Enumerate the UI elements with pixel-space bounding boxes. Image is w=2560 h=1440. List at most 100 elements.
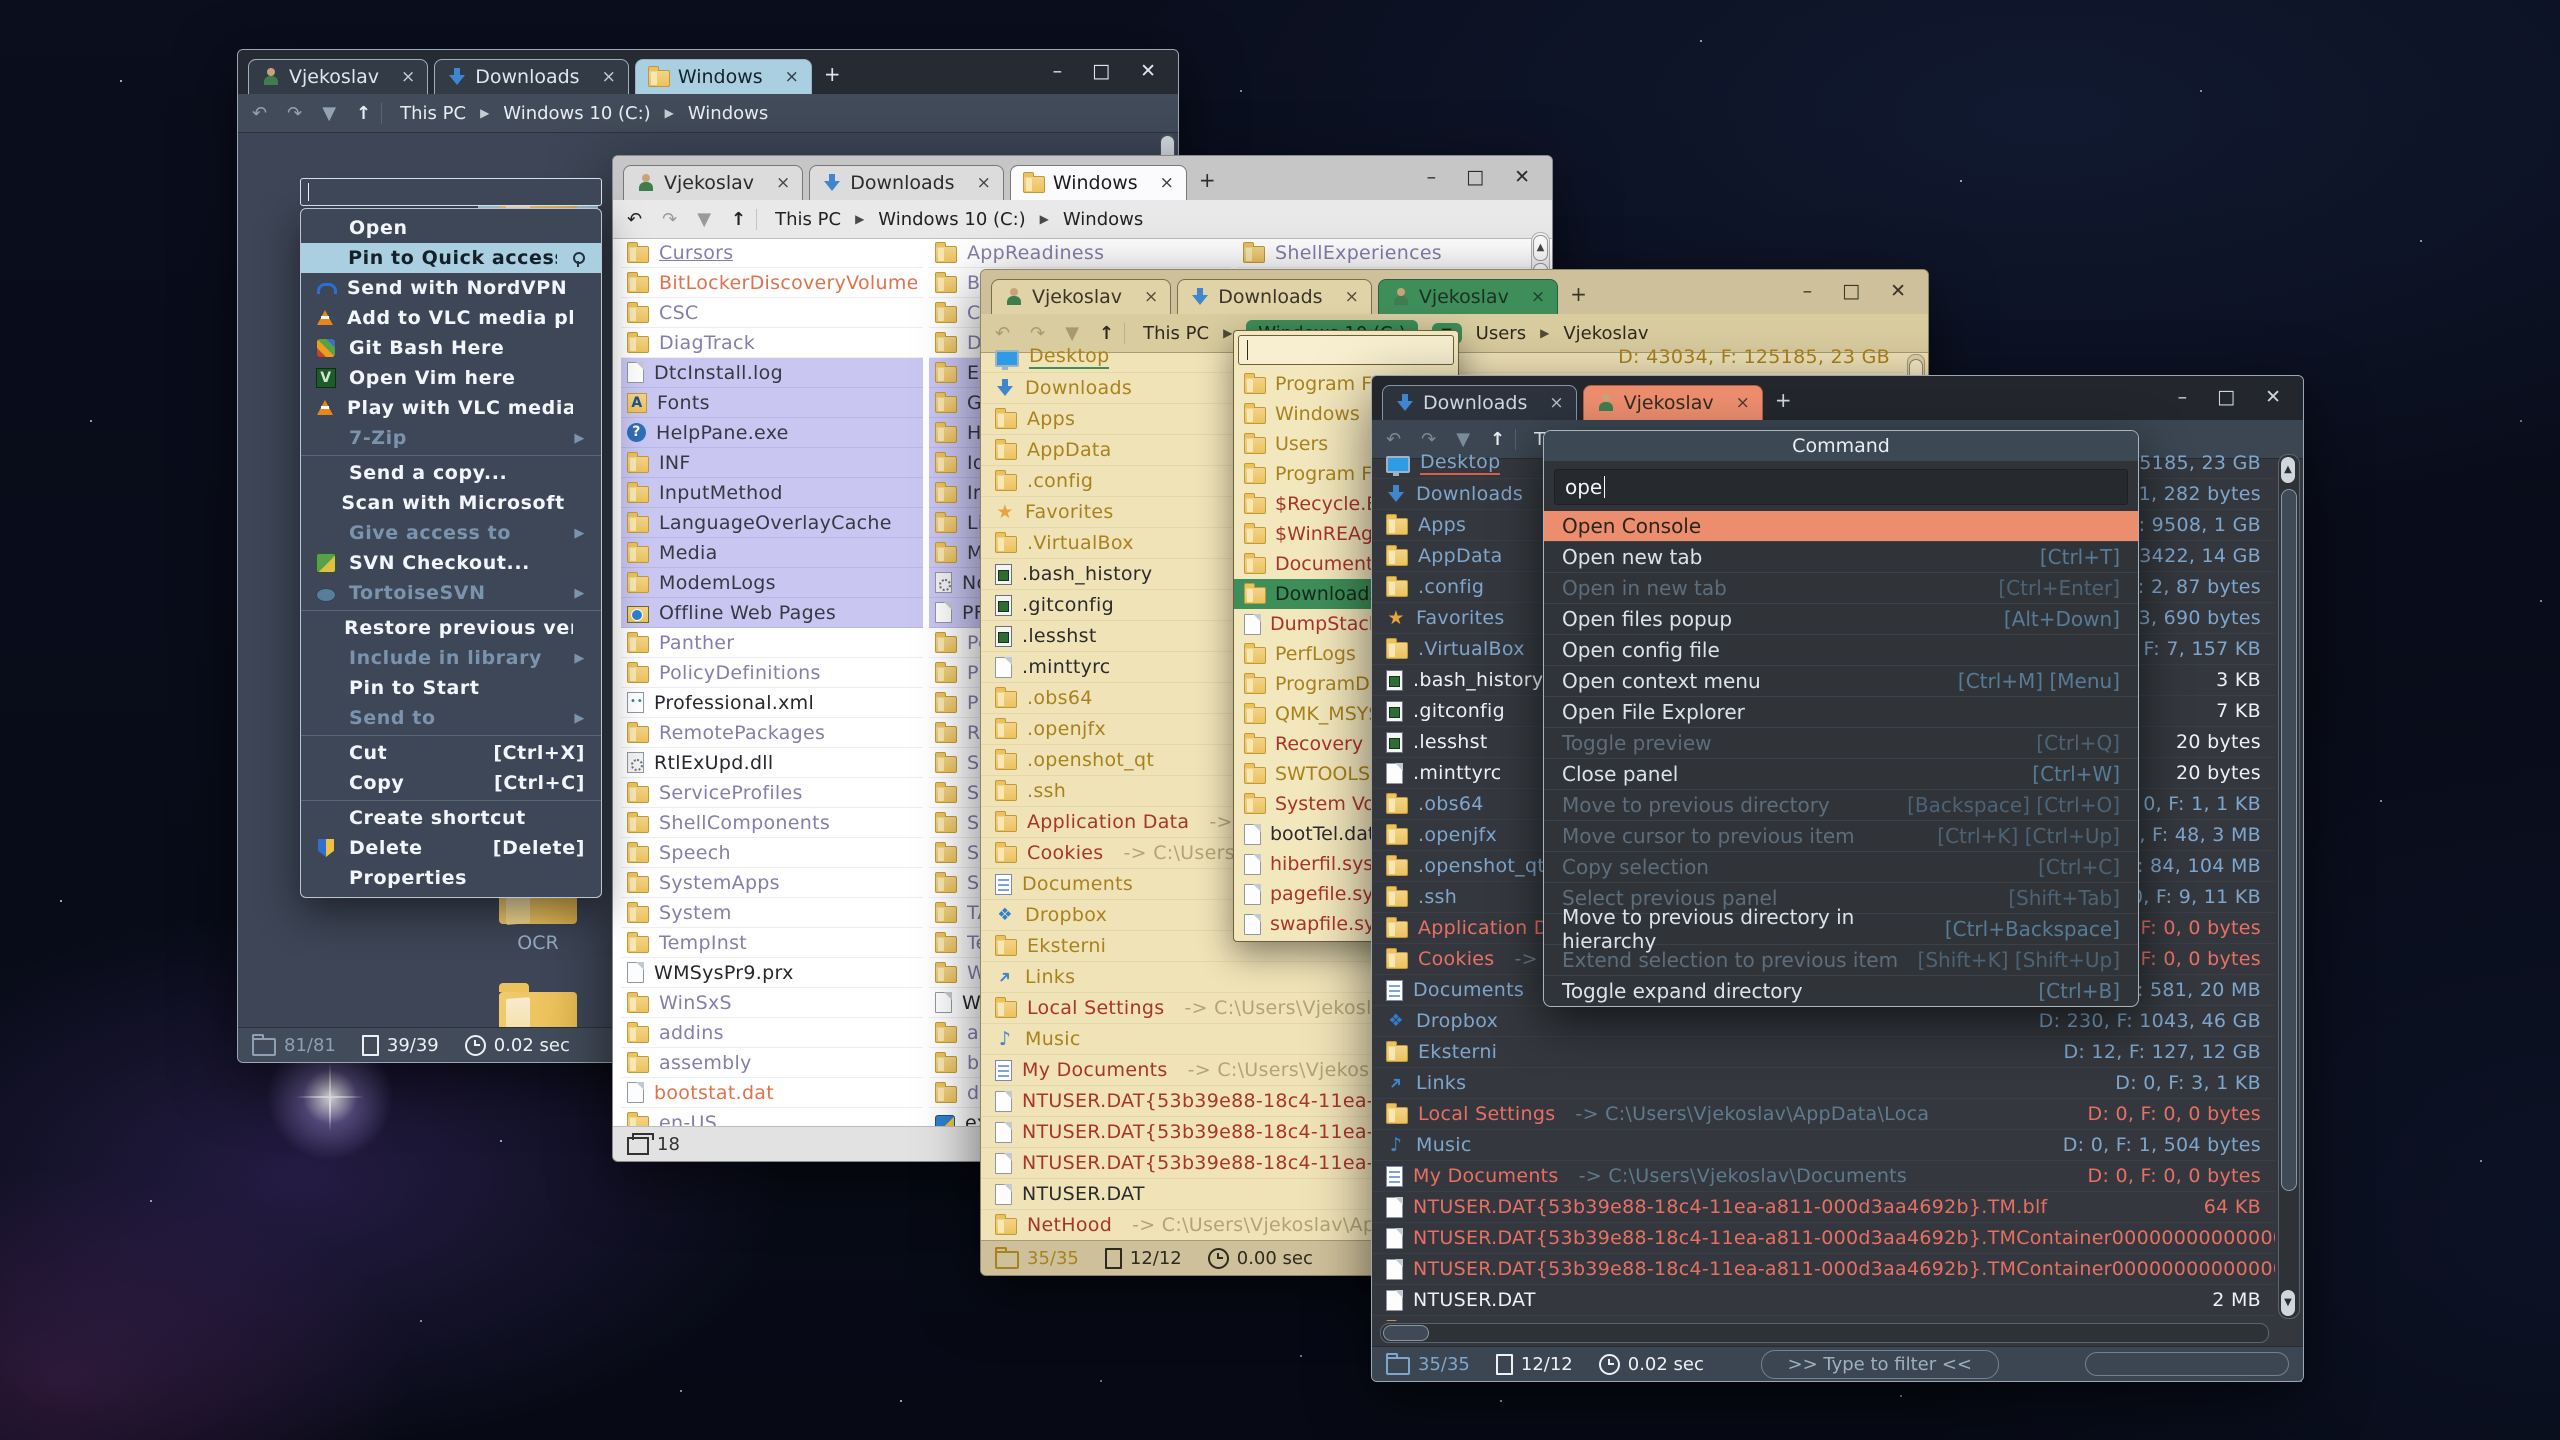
minimize-icon[interactable]: – xyxy=(1053,60,1063,82)
file-row[interactable]: BitLockerDiscoveryVolumeContents xyxy=(621,268,923,298)
file-row[interactable]: NTUSER.DAT{53b39e88-18c4-11ea-a811-000d3… xyxy=(1372,1192,2275,1223)
file-row[interactable]: addins xyxy=(621,1018,923,1048)
maximize-icon[interactable]: □ xyxy=(1466,166,1484,188)
file-row[interactable]: My Documents-> C:\Users\Vjekoslav\Docume… xyxy=(1372,1161,2275,1192)
tab-windows[interactable]: Windows× xyxy=(1010,165,1187,200)
command-open-in-new-tab[interactable]: Open in new tab[Ctrl+Enter] xyxy=(1544,572,2138,603)
scrollbar-thumb[interactable] xyxy=(2281,489,2297,1191)
tab-close-icon[interactable]: × xyxy=(977,173,991,193)
command-open-file-explorer[interactable]: Open File Explorer xyxy=(1544,696,2138,727)
menu-item-properties[interactable]: Properties xyxy=(301,863,601,893)
tab-downloads[interactable]: Downloads× xyxy=(434,59,629,94)
filter-input-pill[interactable] xyxy=(2085,1352,2289,1376)
menu-item-play-with-vlc-media-player[interactable]: Play with VLC media player xyxy=(301,393,601,423)
command-move-to-previous-directory-in-hierarchy[interactable]: Move to previous directory in hierarchy[… xyxy=(1544,913,2138,944)
tab-close-icon[interactable]: × xyxy=(1160,173,1174,193)
scroll-down-icon[interactable]: ▼ xyxy=(2281,1290,2295,1316)
close-icon[interactable]: ✕ xyxy=(1890,280,1906,302)
menu-item-send-to[interactable]: Send to▶ xyxy=(301,703,601,733)
file-row[interactable]: Speech xyxy=(621,838,923,868)
breadcrumb-segment[interactable]: Vjekoslav xyxy=(1563,323,1648,344)
command-input[interactable]: ope xyxy=(1554,469,2128,505)
breadcrumb-segment[interactable]: Users xyxy=(1476,323,1526,344)
tab-windows[interactable]: Windows× xyxy=(635,59,812,94)
close-icon[interactable]: ✕ xyxy=(2265,386,2281,408)
file-row[interactable]: NTUSER.DAT{53b39e88-18c4-11ea-a811-000d3… xyxy=(1372,1254,2275,1285)
up-icon[interactable]: ↑ xyxy=(731,209,746,230)
breadcrumb-segment[interactable]: This PC xyxy=(1143,323,1209,344)
file-row[interactable]: NetHood-> C:\Users\Vjekoslav\AppData\Roa… xyxy=(1372,1316,2275,1321)
file-row[interactable]: WMSysPr9.prx xyxy=(621,958,923,988)
file-row[interactable]: ?HelpPane.exe xyxy=(621,418,923,448)
up-icon[interactable]: ↑ xyxy=(1490,429,1505,450)
scroll-up-icon[interactable]: ▲ xyxy=(1533,235,1548,261)
file-row[interactable]: Cursors xyxy=(621,238,923,268)
file-row[interactable]: Panther xyxy=(621,628,923,658)
horizontal-scrollbar-thumb[interactable] xyxy=(1383,1325,1429,1341)
scrollbar[interactable]: ▲ ▼ xyxy=(2278,454,2300,1319)
tab-vjekoslav[interactable]: Vjekoslav× xyxy=(248,59,428,94)
tab-close-icon[interactable]: × xyxy=(1736,393,1750,413)
back-icon[interactable]: ↶ xyxy=(995,323,1010,344)
menu-item-give-access-to[interactable]: Give access to▶ xyxy=(301,518,601,548)
command-close-panel[interactable]: Close panel[Ctrl+W] xyxy=(1544,758,2138,789)
tab-vjekoslav[interactable]: Vjekoslav× xyxy=(1378,279,1558,314)
command-open-files-popup[interactable]: Open files popup[Alt+Down] xyxy=(1544,603,2138,634)
menu-item-pin-to-start[interactable]: Pin to Start xyxy=(301,673,601,703)
file-row[interactable]: ShellComponents xyxy=(621,808,923,838)
breadcrumb-segment[interactable]: Windows xyxy=(1063,209,1143,230)
file-row[interactable]: AppReadiness xyxy=(929,238,1231,268)
file-row[interactable]: ♪MusicD: 0, F: 1, 504 bytes xyxy=(1372,1130,2275,1161)
file-row[interactable]: assembly xyxy=(621,1048,923,1078)
file-row[interactable]: ➜LinksD: 0, F: 3, 1 KB xyxy=(1372,1068,2275,1099)
new-tab-button[interactable]: + xyxy=(1199,168,1216,192)
command-open-config-file[interactable]: Open config file xyxy=(1544,634,2138,665)
breadcrumb-segment[interactable]: Windows 10 (C:) xyxy=(503,103,650,124)
up-icon[interactable]: ↑ xyxy=(1099,323,1114,344)
file-row[interactable]: PolicyDefinitions xyxy=(621,658,923,688)
type-to-filter-field[interactable]: >> Type to filter << xyxy=(1761,1350,2000,1379)
menu-item-send-with-nordvpn-meshnet[interactable]: Send with NordVPN Meshnet xyxy=(301,273,601,303)
menu-item-open[interactable]: Open xyxy=(301,213,601,243)
breadcrumb-segment[interactable]: Windows xyxy=(688,103,768,124)
forward-icon[interactable]: ↷ xyxy=(287,103,302,124)
command-open-console[interactable]: Open Console xyxy=(1544,511,2138,541)
tab-downloads[interactable]: Downloads× xyxy=(809,165,1004,200)
maximize-icon[interactable]: □ xyxy=(1842,280,1860,302)
command-toggle-expand-directory[interactable]: Toggle expand directory[Ctrl+B] xyxy=(1544,975,2138,1006)
file-row[interactable]: InputMethod xyxy=(621,478,923,508)
minimize-icon[interactable]: – xyxy=(2178,386,2188,408)
file-row[interactable]: DiagTrack xyxy=(621,328,923,358)
file-row[interactable]: ❖DropboxD: 230, F: 1043, 46 GB xyxy=(1372,1006,2275,1037)
file-row[interactable]: ServiceProfiles xyxy=(621,778,923,808)
forward-icon[interactable]: ↷ xyxy=(662,209,677,230)
command-move-to-previous-directory[interactable]: Move to previous directory[Backspace] [C… xyxy=(1544,789,2138,820)
menu-item-open-vim-here[interactable]: VOpen Vim here xyxy=(301,363,601,393)
file-row[interactable]: bootstat.dat xyxy=(621,1078,923,1108)
file-row[interactable]: DtcInstall.log xyxy=(621,358,923,388)
file-row[interactable]: en-US xyxy=(621,1108,923,1127)
history-dropdown-icon[interactable]: ▼ xyxy=(322,103,336,124)
command-toggle-preview[interactable]: Toggle preview[Ctrl+Q] xyxy=(1544,727,2138,758)
menu-item-include-in-library[interactable]: Include in library▶ xyxy=(301,643,601,673)
file-row[interactable]: EksterniD: 12, F: 127, 12 GB xyxy=(1372,1037,2275,1068)
menu-item-send-a-copy-[interactable]: Send a copy... xyxy=(301,458,601,488)
up-icon[interactable]: ↑ xyxy=(356,103,371,124)
menu-item-add-to-vlc-media-player-s-playlist[interactable]: Add to VLC media player's Playlist xyxy=(301,303,601,333)
maximize-icon[interactable]: □ xyxy=(1092,60,1110,82)
file-row[interactable]: Media xyxy=(621,538,923,568)
file-row[interactable]: NTUSER.DAT2 MB xyxy=(1372,1285,2275,1316)
file-row[interactable]: ModemLogs xyxy=(621,568,923,598)
file-row[interactable]: LanguageOverlayCache xyxy=(621,508,923,538)
minimize-icon[interactable]: – xyxy=(1427,166,1437,188)
file-row[interactable]: RtlExUpd.dll xyxy=(621,748,923,778)
tab-vjekoslav[interactable]: Vjekoslav× xyxy=(1583,385,1763,420)
menu-item-tortoisesvn[interactable]: TortoiseSVN▶ xyxy=(301,578,601,608)
tab-vjekoslav[interactable]: Vjekoslav× xyxy=(623,165,803,200)
scroll-up-icon[interactable]: ▲ xyxy=(2281,457,2295,483)
new-tab-button[interactable]: + xyxy=(1570,282,1587,306)
breadcrumb-segment[interactable]: This PC xyxy=(775,209,841,230)
file-row[interactable]: CSC xyxy=(621,298,923,328)
new-tab-button[interactable]: + xyxy=(824,62,841,86)
menu-item-scan-with-microsoft-defender-[interactable]: Scan with Microsoft Defender... xyxy=(301,488,601,518)
